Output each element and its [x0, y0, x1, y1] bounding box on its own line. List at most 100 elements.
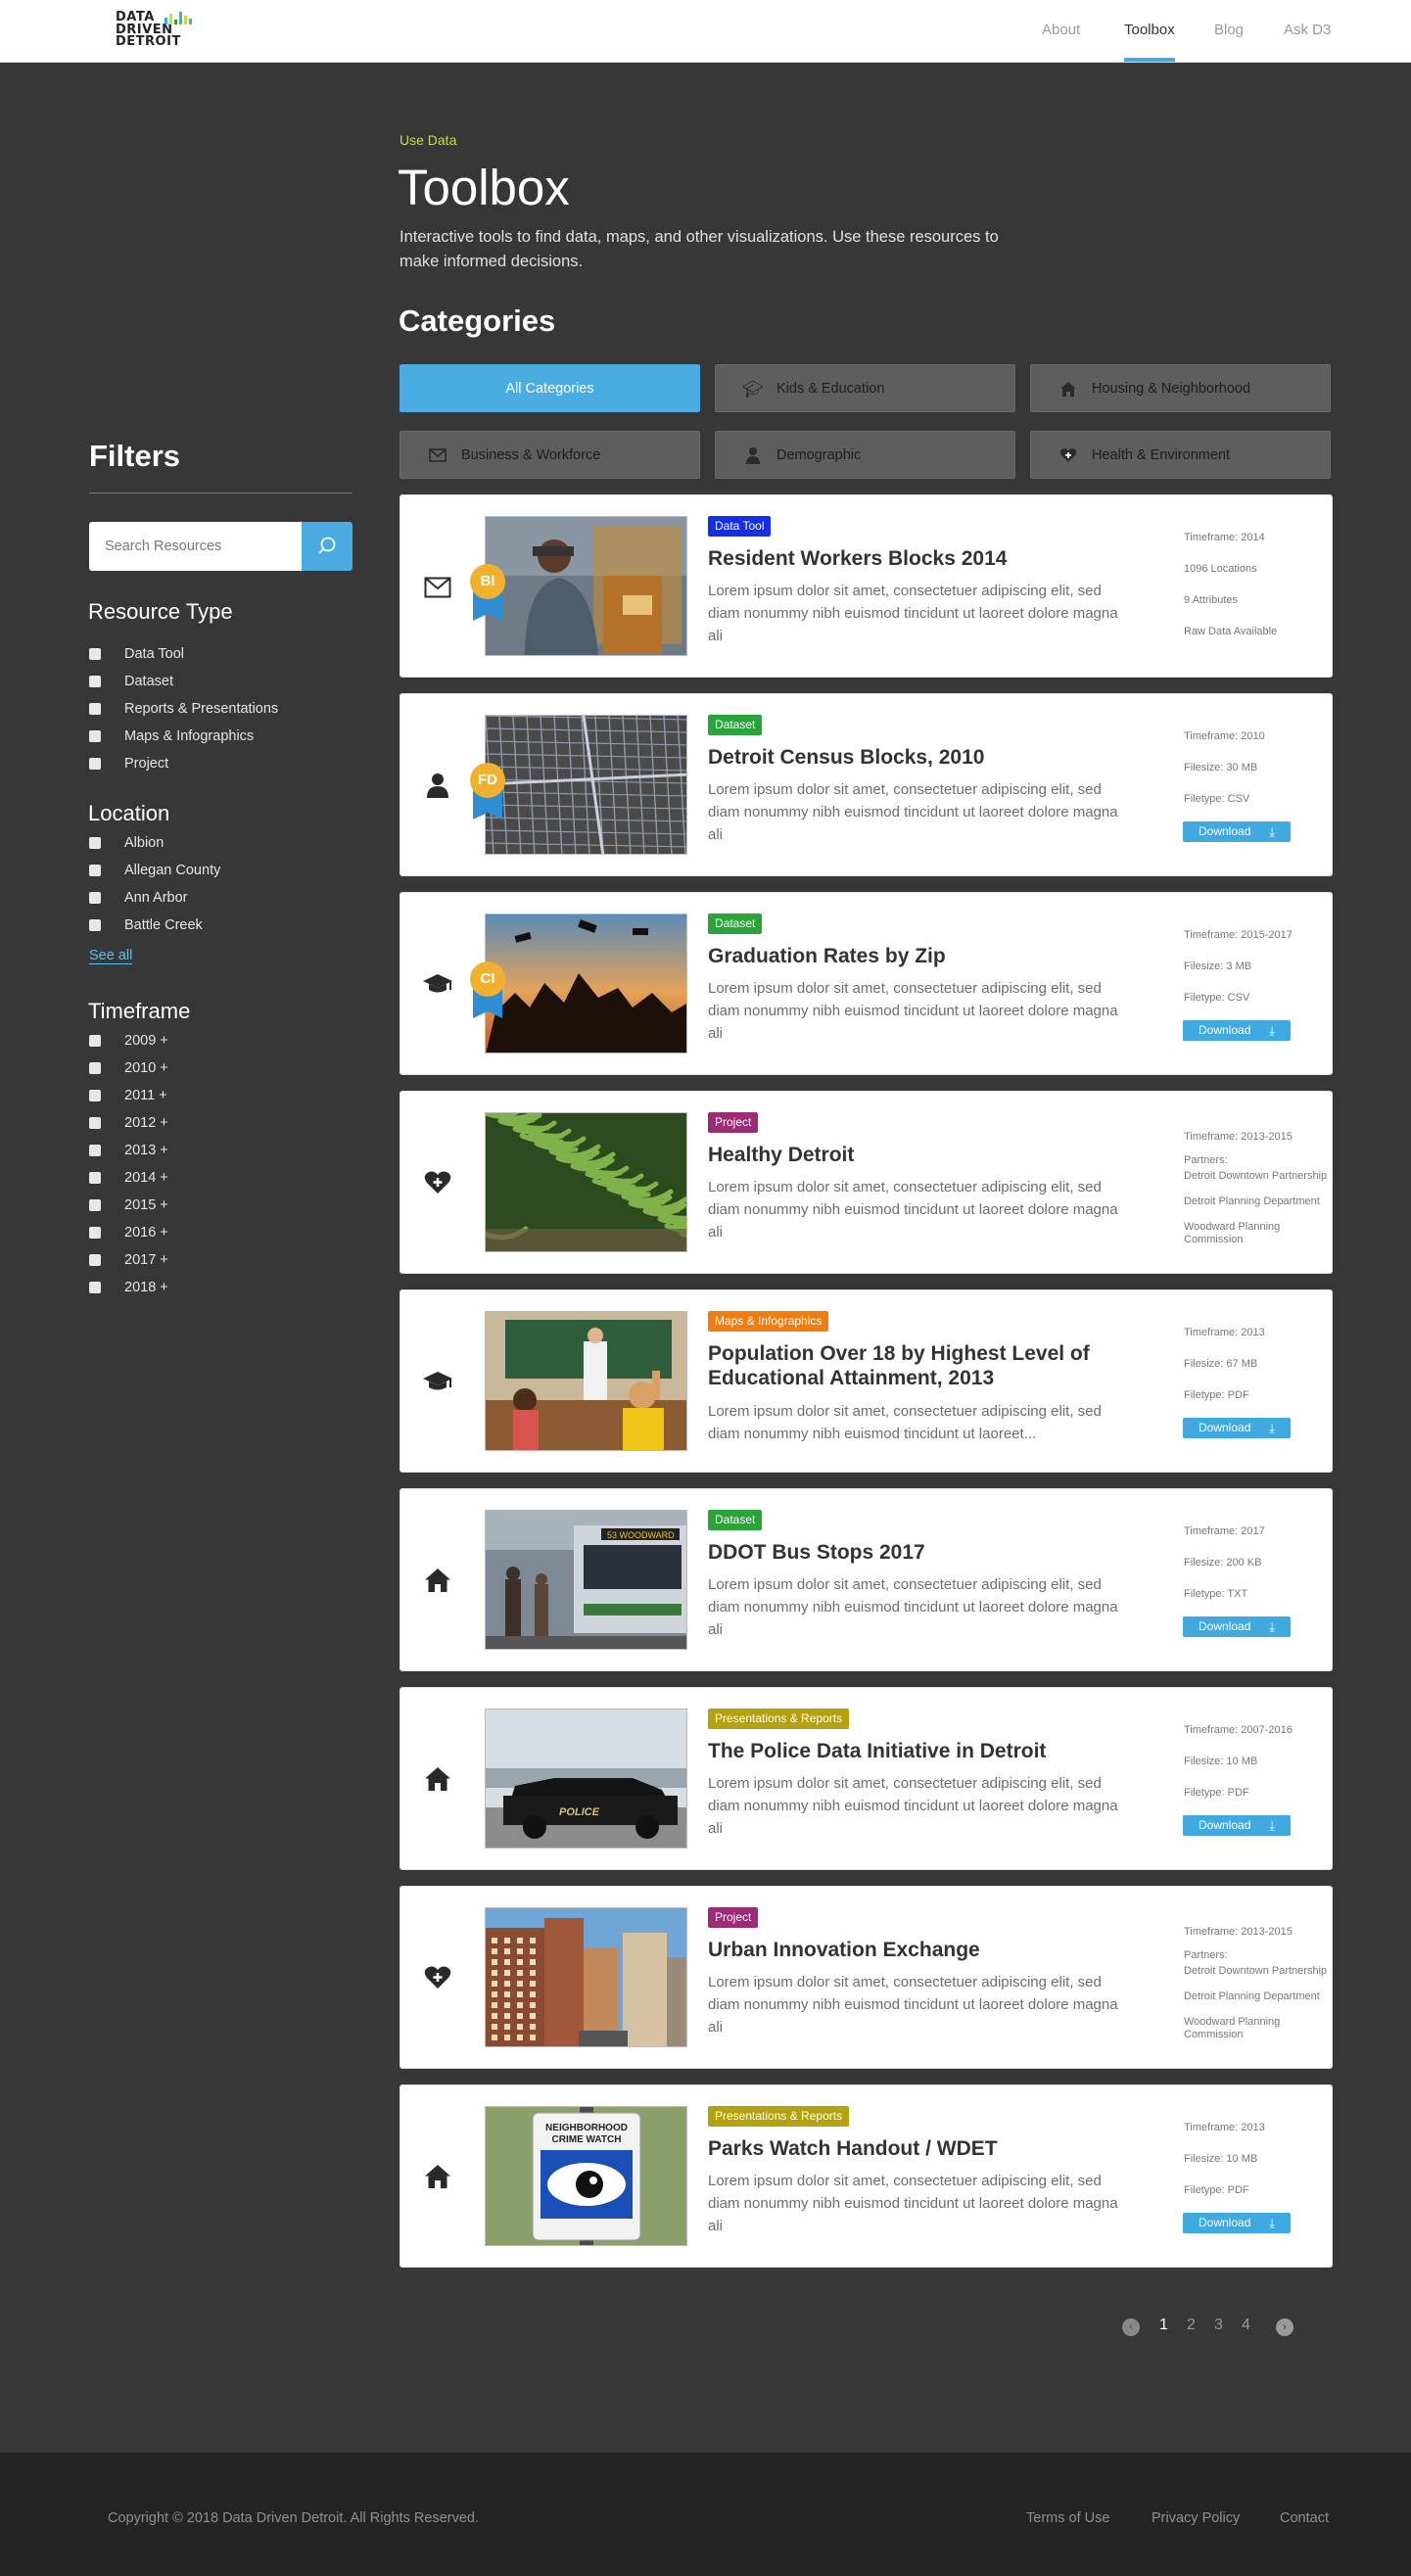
checkbox[interactable] [89, 1145, 101, 1156]
resource-title[interactable]: DDOT Bus Stops 2017 [708, 1540, 1139, 1565]
resource-card[interactable]: 53 WOODWARD Dataset DDOT Bus Stops 2017 Lor… [400, 1488, 1333, 1671]
filter-option-label: Maps & Infographics [124, 728, 255, 744]
resource-thumbnail[interactable] [485, 913, 687, 1054]
nav-about[interactable]: About [1042, 22, 1080, 38]
category-label: Business & Workforce [461, 447, 601, 463]
checkbox[interactable] [89, 1254, 101, 1266]
download-button[interactable]: Download ⤓ [1183, 1020, 1291, 1041]
checkbox[interactable] [89, 865, 101, 876]
resource-thumbnail[interactable] [485, 1311, 687, 1451]
site-logo[interactable]: DATA DRIVEN DETROIT [116, 11, 194, 51]
resource-thumbnail[interactable] [485, 516, 687, 656]
resource-meta: 9 Attributes [1184, 594, 1239, 606]
resource-type-tag: Presentations & Reports [708, 1709, 850, 1729]
download-icon: ⤓ [1269, 824, 1275, 839]
resource-title[interactable]: Graduation Rates by Zip [708, 944, 1139, 968]
resource-description: Lorem ipsum dolor sit amet, consectetuer… [708, 1179, 1118, 1241]
person-icon [422, 773, 453, 804]
resource-description: Lorem ipsum dolor sit amet, consectetuer… [708, 583, 1118, 644]
resource-description: Lorem ipsum dolor sit amet, consectetuer… [708, 980, 1118, 1042]
svg-text:POLICE: POLICE [559, 1806, 600, 1818]
resource-thumbnail[interactable] [485, 1112, 687, 1252]
filters-title: Filters [89, 439, 181, 473]
resource-title[interactable]: The Police Data Initiative in Detroit [708, 1739, 1139, 1763]
footer-privacy-link[interactable]: Privacy Policy [1152, 2510, 1240, 2526]
checkbox[interactable] [89, 758, 101, 770]
category-housing-neighborhood[interactable]: Housing & Neighborhood [1030, 364, 1331, 412]
page-1[interactable]: 1 [1159, 2317, 1168, 2334]
category-label: All Categories [505, 381, 594, 397]
see-all-locations-link[interactable]: See all [89, 948, 133, 964]
checkbox[interactable] [89, 1227, 101, 1239]
nav-toolbox[interactable]: Toolbox [1124, 22, 1175, 38]
nav-ask-d3[interactable]: Ask D3 [1284, 22, 1331, 38]
resource-card[interactable]: Project Healthy Detroit Lorem ipsum dolor … [400, 1091, 1333, 1274]
download-button[interactable]: Download ⤓ [1183, 2213, 1291, 2233]
filter-option-label: 2010 + [124, 1060, 168, 1076]
download-button[interactable]: Download ⤓ [1183, 1616, 1291, 1637]
category-business-workforce[interactable]: Business & Workforce [400, 431, 700, 479]
download-button[interactable]: Download ⤓ [1183, 1418, 1291, 1438]
checkbox[interactable] [89, 1035, 101, 1047]
download-button[interactable]: Download ⤓ [1183, 1815, 1291, 1836]
resource-thumbnail[interactable] [485, 715, 687, 855]
chevron-left-icon: ‹ [1129, 2321, 1133, 2333]
prev-page-button[interactable]: ‹ [1122, 2318, 1140, 2336]
search-input[interactable] [89, 522, 302, 571]
checkbox[interactable] [89, 730, 101, 742]
filters-divider [89, 492, 353, 493]
checkbox[interactable] [89, 1172, 101, 1184]
filter-option-label: Dataset [124, 674, 173, 689]
category-label: Housing & Neighborhood [1092, 381, 1251, 397]
resource-title[interactable]: Parks Watch Handout / WDET [708, 2136, 1139, 2161]
resource-thumbnail[interactable]: NEIGHBORHOOD CRIME WATCH [485, 2106, 687, 2246]
category-kids-education[interactable]: 🎓︎ Kids & Education [715, 364, 1015, 412]
category-all[interactable]: All Categories [400, 364, 700, 412]
resource-title[interactable]: Detroit Census Blocks, 2010 [708, 745, 1139, 770]
resource-meta: Timeframe: 2013-2015 [1184, 1926, 1293, 1938]
resource-thumbnail[interactable]: POLICE [485, 1709, 687, 1849]
award-badge-icon: BI [467, 564, 508, 623]
resource-card[interactable]: BI Data Tool Resident Workers Blocks 2014 L… [400, 494, 1333, 678]
footer-terms-link[interactable]: Terms of Use [1026, 2510, 1109, 2526]
checkbox[interactable] [89, 1090, 101, 1101]
category-label: Demographic [776, 447, 862, 463]
checkbox[interactable] [89, 648, 101, 660]
search-button[interactable] [302, 522, 353, 571]
resource-card[interactable]: POLICE Presentations & Reports The Police … [400, 1687, 1333, 1870]
footer-contact-link[interactable]: Contact [1280, 2510, 1329, 2526]
nav-blog[interactable]: Blog [1214, 22, 1244, 38]
download-icon: ⤓ [1269, 2216, 1275, 2230]
resource-card[interactable]: CI Dataset Graduation Rates by Zip Lorem ip… [400, 892, 1333, 1075]
resource-title[interactable]: Population Over 18 by Highest Level of E… [708, 1341, 1139, 1390]
resource-card[interactable]: Maps & Infographics Population Over 18 by… [400, 1289, 1333, 1473]
next-page-button[interactable]: › [1276, 2318, 1293, 2336]
resource-card[interactable]: Project Urban Innovation Exchange Lorem ip… [400, 1886, 1333, 2069]
page-4[interactable]: 4 [1242, 2317, 1250, 2334]
checkbox[interactable] [89, 1282, 101, 1293]
checkbox[interactable] [89, 919, 101, 931]
resource-card[interactable]: FD Dataset Detroit Census Blocks, 2010 Lore… [400, 693, 1333, 876]
checkbox[interactable] [89, 892, 101, 904]
resource-title[interactable]: Resident Workers Blocks 2014 [708, 546, 1139, 571]
checkbox[interactable] [89, 1117, 101, 1129]
checkbox[interactable] [89, 1062, 101, 1074]
checkbox[interactable] [89, 837, 101, 849]
checkbox[interactable] [89, 676, 101, 687]
resource-card[interactable]: NEIGHBORHOOD CRIME WATCH Presentations & R… [400, 2084, 1333, 2268]
checkbox[interactable] [89, 703, 101, 715]
filter-option-label: Project [124, 756, 169, 772]
page-2[interactable]: 2 [1187, 2317, 1196, 2334]
resource-title[interactable]: Urban Innovation Exchange [708, 1938, 1139, 1962]
category-health-environment[interactable]: Health & Environment [1030, 431, 1331, 479]
resource-thumbnail[interactable] [485, 1907, 687, 2047]
resource-thumbnail[interactable]: 53 WOODWARD [485, 1510, 687, 1650]
category-demographic[interactable]: Demographic [715, 431, 1015, 479]
resource-title[interactable]: Healthy Detroit [708, 1143, 1139, 1167]
checkbox[interactable] [89, 1199, 101, 1211]
graduation-cap-icon [422, 1369, 453, 1400]
breadcrumb[interactable]: Use Data [400, 132, 456, 148]
page-3[interactable]: 3 [1214, 2317, 1223, 2334]
resource-meta: Filetype: PDF [1184, 2184, 1249, 2196]
download-button[interactable]: Download ⤓ [1183, 821, 1291, 842]
